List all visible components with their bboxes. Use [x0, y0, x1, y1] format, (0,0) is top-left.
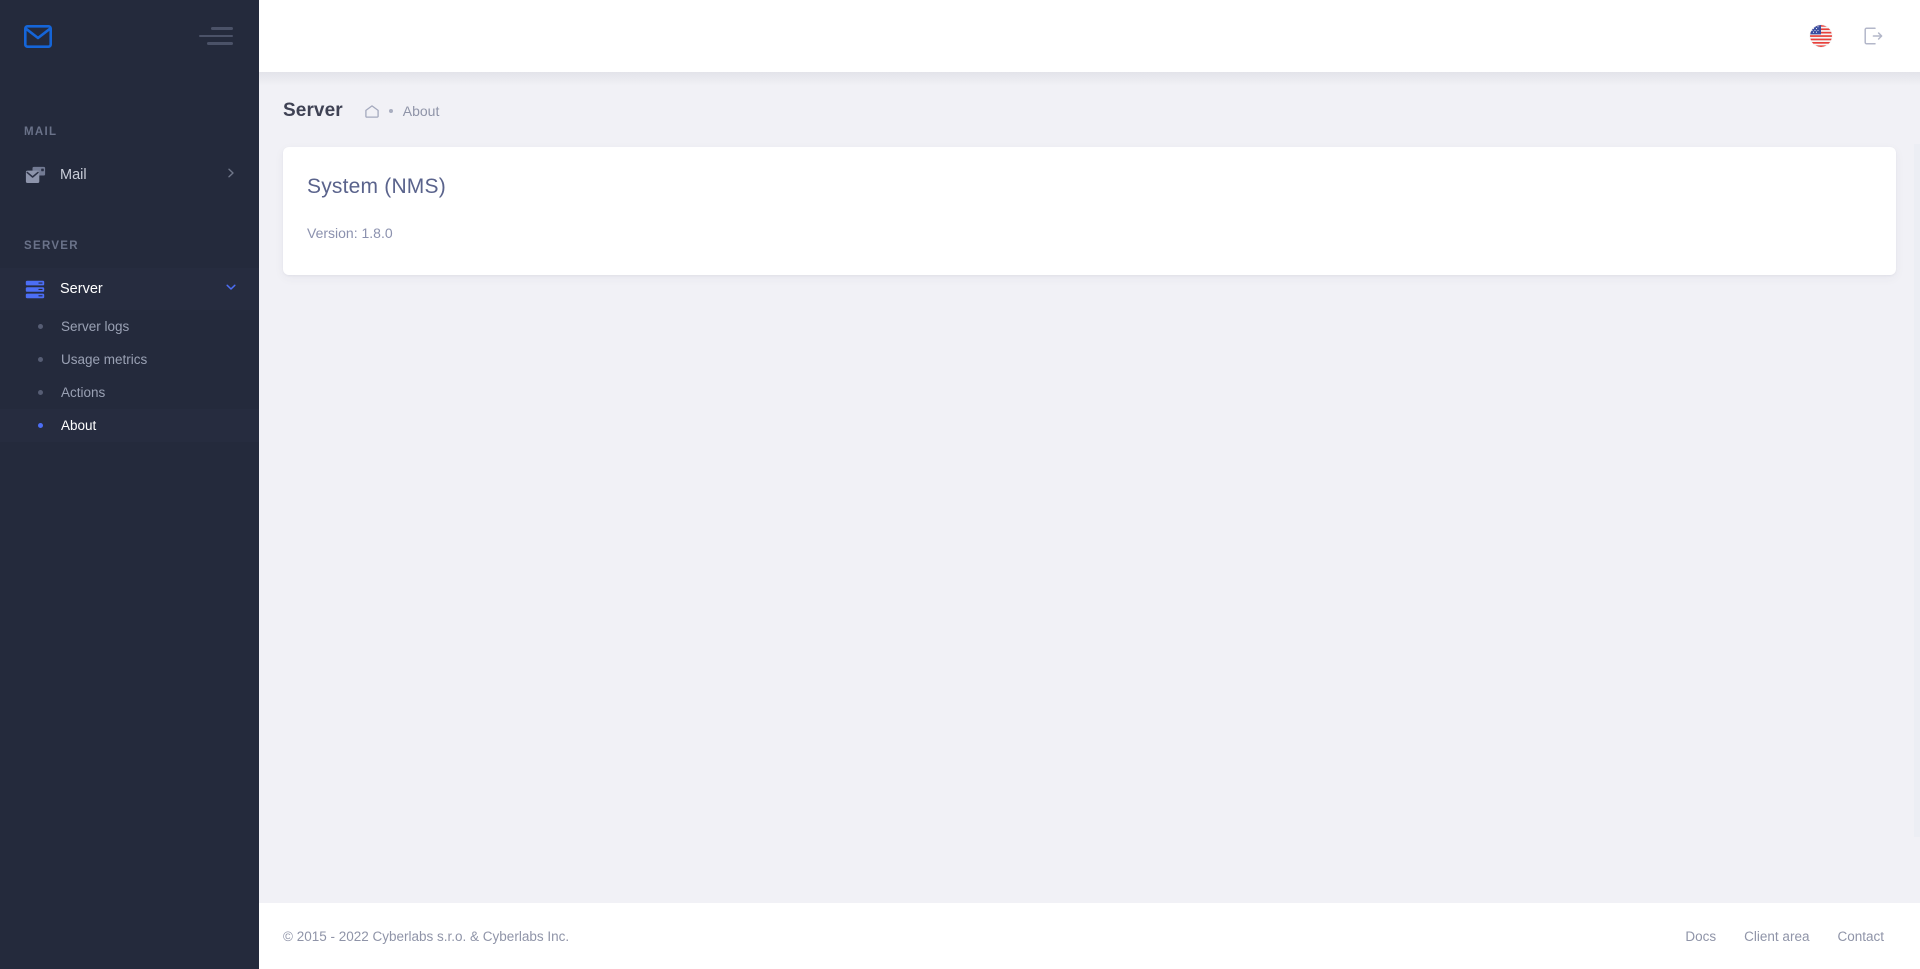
sidebar-subitem-usage-metrics[interactable]: Usage metrics	[0, 343, 259, 376]
footer-links: Docs Client area Contact	[1685, 929, 1884, 944]
sidebar-subitem-server-logs[interactable]: Server logs	[0, 310, 259, 343]
card-title: System (NMS)	[307, 175, 446, 198]
sidebar-subitem-label: Usage metrics	[61, 352, 148, 367]
content-area: Server About System (NMS) Version: 1.8.0	[259, 72, 1920, 903]
sidebar-item-mail[interactable]: Mail	[0, 154, 259, 196]
breadcrumb: About	[365, 103, 440, 119]
envelope-icon[interactable]	[24, 24, 52, 48]
breadcrumb-separator	[388, 109, 393, 113]
sidebar-item-label: Mail	[60, 167, 87, 183]
mail-stack-icon	[24, 164, 46, 186]
hamburger-icon[interactable]	[199, 25, 233, 47]
nav-section-title-server: SERVER	[24, 240, 79, 252]
footer-link-contact[interactable]: Contact	[1837, 929, 1884, 944]
sidebar-subitem-label: Server logs	[61, 319, 130, 334]
main-area: Server About System (NMS) Version: 1.8.0…	[259, 0, 1920, 969]
sidebar-header	[0, 0, 259, 72]
hamburger-line-3	[207, 42, 233, 45]
server-rack-icon	[24, 278, 46, 300]
us-flag-icon[interactable]	[1810, 25, 1832, 47]
page-title: Server	[283, 100, 343, 121]
copyright-text: © 2015 - 2022 Cyberlabs s.r.o. & Cyberla…	[283, 928, 570, 944]
sidebar-subitem-actions[interactable]: Actions	[0, 376, 259, 409]
footer-link-docs[interactable]: Docs	[1685, 929, 1716, 944]
sidebar-subitem-about[interactable]: About	[0, 409, 259, 442]
bullet-icon	[38, 357, 43, 362]
scrollbar-track[interactable]	[1914, 144, 1920, 837]
bullet-icon	[38, 423, 43, 428]
bullet-icon	[38, 324, 43, 329]
nav-group-server: SERVER Server Server logs Usage metrics …	[0, 240, 259, 442]
hamburger-line-2	[199, 34, 233, 38]
sidebar-item-label: Server	[60, 281, 103, 297]
chevron-down-icon[interactable]	[225, 280, 237, 298]
breadcrumb-current: About	[402, 103, 440, 119]
sidebar: MAIL Mail SERVER Server Server logs Usag…	[0, 0, 259, 969]
nav-group-mail: MAIL Mail	[0, 126, 259, 196]
sidebar-subitem-label: About	[61, 418, 97, 433]
sidebar-nav: MAIL Mail SERVER Server Server logs Usag…	[0, 126, 259, 442]
system-info-card: System (NMS) Version: 1.8.0	[283, 147, 1896, 275]
footer: © 2015 - 2022 Cyberlabs s.r.o. & Cyberla…	[259, 903, 1920, 969]
page-header: Server About	[259, 72, 1920, 122]
app-root: MAIL Mail SERVER Server Server logs Usag…	[0, 0, 1920, 969]
chevron-right-icon[interactable]	[225, 166, 237, 184]
sidebar-subnav-server: Server logs Usage metrics Actions About	[0, 310, 259, 442]
hamburger-line-1	[211, 27, 233, 30]
bullet-icon	[38, 390, 43, 395]
version-text: Version: 1.8.0	[307, 225, 393, 241]
sidebar-item-server[interactable]: Server	[0, 268, 259, 310]
sidebar-subitem-label: Actions	[61, 385, 106, 400]
logout-icon[interactable]	[1862, 25, 1884, 47]
home-icon[interactable]	[365, 104, 379, 118]
footer-link-client-area[interactable]: Client area	[1744, 929, 1809, 944]
topbar	[259, 0, 1920, 72]
nav-section-title-mail: MAIL	[24, 126, 58, 138]
